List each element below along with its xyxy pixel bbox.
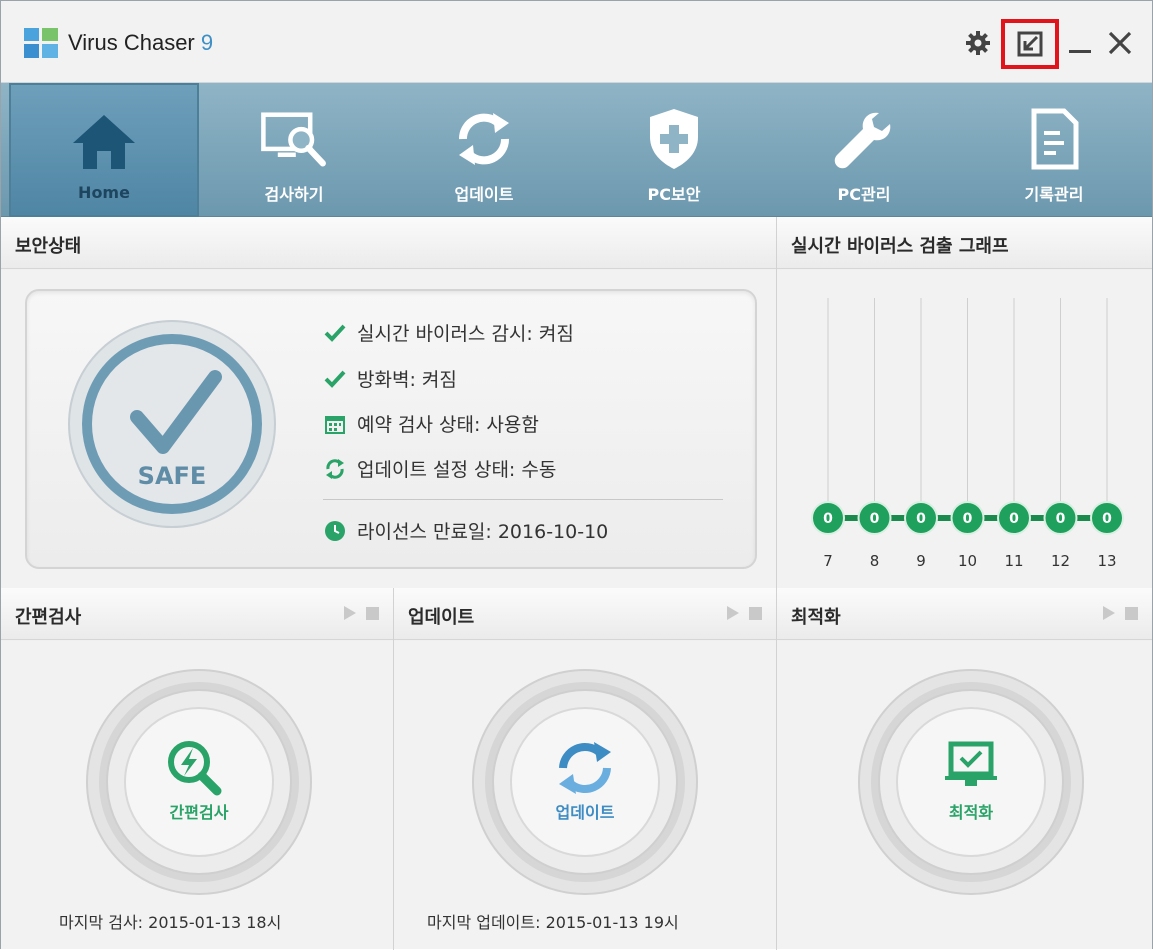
refresh-icon [323, 457, 347, 481]
nav-pc-manage[interactable]: PC관리 [769, 83, 959, 217]
play-icon[interactable] [344, 606, 356, 620]
panel-title: 실시간 바이러스 검출 그래프 [791, 236, 1009, 257]
quick-scan-header: 간편검사 [1, 588, 393, 640]
nav-label: Home [78, 183, 130, 202]
license-expiry: 라이선스 만료일: 2016-10-10 [323, 517, 608, 544]
divider [323, 499, 723, 500]
quick-scan-button-label: 간편검사 [170, 803, 229, 822]
license-text: 라이선스 만료일: 2016-10-10 [357, 521, 609, 543]
security-status-header: 보안상태 [1, 217, 776, 269]
app-title: Virus Chaser 9 [68, 30, 213, 56]
shield-plus-icon [638, 105, 710, 173]
graph-point-value: 0 [963, 511, 973, 527]
close-icon [1108, 31, 1132, 55]
status-text: 예약 검사 상태: 사용함 [357, 414, 539, 436]
graph-point-value: 0 [1102, 511, 1112, 527]
app-window: Virus Chaser 9 Home 검사하기 업데이트 PC보안 PC관리 … [0, 0, 1153, 950]
nav-scan[interactable]: 검사하기 [199, 83, 389, 217]
graph-point-value: 0 [870, 511, 880, 527]
play-icon[interactable] [1103, 606, 1115, 620]
update-button-label: 업데이트 [556, 803, 615, 822]
last-scan-text: 마지막 검사: 2015-01-13 18시 [59, 913, 282, 932]
graph-point-value: 0 [1056, 511, 1066, 527]
nav-label: 검사하기 [264, 185, 324, 204]
nav-label: 업데이트 [454, 185, 514, 204]
title-bar: Virus Chaser 9 [1, 1, 1152, 83]
safe-status-indicator: SAFE [68, 320, 276, 528]
security-status-card: SAFE 실시간 바이러스 감시: 켜짐 방화벽: 켜짐 예약 검사 상태: 사 [25, 289, 757, 569]
mini-mode-button[interactable] [1001, 19, 1059, 69]
update-header: 업데이트 [394, 588, 776, 640]
gear-icon[interactable] [959, 23, 997, 63]
app-logo-icon [24, 28, 58, 58]
stop-icon[interactable] [1125, 606, 1138, 620]
mini-mode-icon [1017, 31, 1043, 57]
panel-title: 최적화 [791, 607, 841, 628]
minimize-button[interactable] [1061, 23, 1099, 63]
quick-scan-button[interactable]: 간편검사 [85, 668, 313, 896]
document-icon [1018, 105, 1090, 173]
nav-label: 기록관리 [1024, 185, 1084, 204]
home-icon [68, 107, 140, 175]
status-text: 방화벽: 켜짐 [357, 369, 457, 391]
status-firewall: 방화벽: 켜짐 [323, 365, 457, 392]
stop-icon[interactable] [366, 606, 379, 620]
minimize-icon [1069, 50, 1091, 53]
nav-home[interactable]: Home [9, 83, 199, 217]
stop-icon[interactable] [749, 606, 762, 620]
graph-tick-label: 10 [958, 552, 977, 570]
graph-tick-label: 9 [916, 552, 926, 570]
nav-update[interactable]: 업데이트 [389, 83, 579, 217]
graph-point-value: 0 [1009, 511, 1019, 527]
wrench-icon [828, 105, 900, 173]
check-icon [323, 321, 347, 345]
app-title-version: 9 [200, 30, 214, 55]
status-text: 업데이트 설정 상태: 수동 [357, 459, 557, 481]
optimize-header: 최적화 [777, 588, 1152, 640]
status-realtime-monitor: 실시간 바이러스 감시: 켜짐 [323, 319, 574, 346]
nav-logs[interactable]: 기록관리 [959, 83, 1149, 217]
last-update-text: 마지막 업데이트: 2015-01-13 19시 [427, 913, 679, 932]
nav-pc-security[interactable]: PC보안 [579, 83, 769, 217]
graph-tick-label: 12 [1051, 552, 1070, 570]
refresh-icon [448, 105, 520, 173]
nav-label: PC보안 [647, 185, 701, 204]
status-scheduled-scan: 예약 검사 상태: 사용함 [323, 410, 539, 437]
graph-tick-label: 8 [870, 552, 880, 570]
status-text: 실시간 바이러스 감시: 켜짐 [357, 323, 574, 345]
calendar-icon [323, 412, 347, 436]
safe-label: SAFE [138, 462, 207, 490]
graph-tick-label: 7 [823, 552, 833, 570]
realtime-graph-body: 0 7 0 8 0 9 0 10 0 11 0 12 0 13 [777, 270, 1152, 588]
graph-tick-label: 13 [1097, 552, 1116, 570]
optimize-button-label: 최적화 [949, 803, 993, 822]
panel-title: 간편검사 [15, 607, 82, 628]
panel-title: 업데이트 [408, 607, 475, 628]
panel-title: 보안상태 [15, 236, 82, 257]
monitor-search-icon [258, 105, 330, 173]
play-icon[interactable] [727, 606, 739, 620]
graph-tick-label: 11 [1004, 552, 1023, 570]
status-update-setting: 업데이트 설정 상태: 수동 [323, 455, 556, 482]
main-nav: Home 검사하기 업데이트 PC보안 PC관리 기록관리 [1, 83, 1152, 217]
graph-point-value: 0 [916, 511, 926, 527]
nav-label: PC관리 [837, 185, 891, 204]
realtime-graph-chart: 0 7 0 8 0 9 0 10 0 11 0 12 0 13 [811, 298, 1124, 570]
update-button[interactable]: 업데이트 [471, 668, 699, 896]
realtime-graph-header: 실시간 바이러스 검출 그래프 [777, 217, 1152, 269]
optimize-button[interactable]: 최적화 [857, 668, 1085, 896]
graph-point-value: 0 [823, 511, 833, 527]
check-icon [323, 367, 347, 391]
clock-icon [323, 519, 347, 543]
close-button[interactable] [1101, 23, 1139, 63]
app-title-main: Virus Chaser [68, 30, 195, 55]
